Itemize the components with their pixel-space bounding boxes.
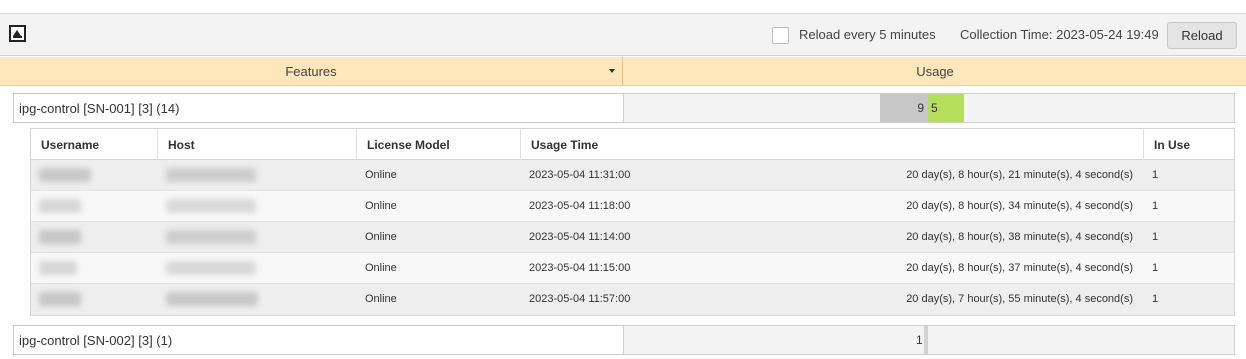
username-cell <box>39 160 149 190</box>
redacted-username <box>39 199 81 213</box>
table-row: Online 2023-05-04 11:57:00 20 day(s), 7 … <box>31 284 1234 315</box>
in-use-cell: 1 <box>1152 200 1159 212</box>
redacted-username <box>39 168 91 182</box>
column-header-host[interactable]: Host <box>158 129 357 160</box>
redacted-host <box>166 230 256 244</box>
feature-name[interactable]: ipg-control [SN-002] [3] (1) <box>13 325 624 355</box>
username-cell <box>39 222 149 252</box>
redacted-host <box>166 199 256 213</box>
column-header-usage-time[interactable]: Usage Time <box>521 129 1144 160</box>
usage-total-value: 9 <box>917 101 924 115</box>
username-cell <box>39 284 149 314</box>
features-header-label: Features <box>285 64 337 79</box>
in-use-cell: 1 <box>1152 262 1159 274</box>
table-row: Online 2023-05-04 11:18:00 20 day(s), 8 … <box>31 191 1234 222</box>
usage-bar: 1 <box>624 325 1235 355</box>
toolbar: Reload every 5 minutes Collection Time: … <box>0 14 1246 56</box>
redacted-host <box>166 261 256 275</box>
feature-row[interactable]: ipg-control [SN-001] [3] (14) 9 5 <box>13 93 1235 123</box>
in-use-cell: 1 <box>1152 231 1159 243</box>
table-header: Username Host License Model Usage Time I… <box>31 129 1234 160</box>
duration-cell: 20 day(s), 8 hour(s), 37 minute(s), 4 se… <box>906 262 1133 274</box>
features-column-header[interactable]: Features <box>0 57 623 86</box>
username-cell <box>39 253 149 283</box>
top-spacer <box>0 0 1246 14</box>
duration-cell: 20 day(s), 8 hour(s), 34 minute(s), 4 se… <box>906 200 1133 212</box>
host-cell <box>166 222 346 252</box>
column-header-username[interactable]: Username <box>31 129 158 160</box>
license-model-cell: Online <box>365 262 397 274</box>
redacted-username <box>39 230 81 244</box>
reload-every-label: Reload every 5 minutes <box>799 27 936 42</box>
usage-bar: 9 5 <box>624 93 1235 123</box>
usage-detail-table: Username Host License Model Usage Time I… <box>30 128 1235 316</box>
in-use-cell: 1 <box>1152 293 1159 305</box>
sort-down-icon[interactable] <box>609 69 615 73</box>
license-model-cell: Online <box>365 231 397 243</box>
usage-bar-total: 9 <box>880 94 928 122</box>
duration-cell: 20 day(s), 7 hour(s), 55 minute(s), 4 se… <box>906 293 1133 305</box>
reload-every-checkbox[interactable] <box>772 27 789 44</box>
reload-button[interactable]: Reload <box>1167 22 1237 49</box>
usage-time-cell: 2023-05-04 11:31:00 <box>529 169 631 181</box>
license-model-cell: Online <box>365 169 397 181</box>
host-cell <box>166 284 346 314</box>
collapse-button[interactable] <box>9 25 26 42</box>
duration-cell: 20 day(s), 8 hour(s), 21 minute(s), 4 se… <box>906 169 1133 181</box>
host-cell <box>166 160 346 190</box>
username-cell <box>39 191 149 221</box>
usage-bar-used: 5 <box>928 94 964 122</box>
table-row: Online 2023-05-04 11:15:00 20 day(s), 8 … <box>31 253 1234 284</box>
column-header-license-model[interactable]: License Model <box>357 129 521 160</box>
host-cell <box>166 253 346 283</box>
redacted-username <box>39 261 77 275</box>
column-header: Features Usage <box>0 57 1246 86</box>
usage-time-cell: 2023-05-04 11:18:00 <box>529 200 631 212</box>
usage-column-header: Usage <box>624 57 1246 86</box>
redacted-host <box>166 292 258 306</box>
usage-time-cell: 2023-05-04 11:14:00 <box>529 231 631 243</box>
usage-time-cell: 2023-05-04 11:15:00 <box>529 262 631 274</box>
duration-cell: 20 day(s), 8 hour(s), 38 minute(s), 4 se… <box>906 231 1133 243</box>
license-model-cell: Online <box>365 200 397 212</box>
feature-name[interactable]: ipg-control [SN-001] [3] (14) <box>13 93 624 123</box>
usage-total-value: 1 <box>916 333 923 347</box>
collection-time: Collection Time: 2023-05-24 19:49 <box>960 27 1159 42</box>
host-cell <box>166 191 346 221</box>
feature-row[interactable]: ipg-control [SN-002] [3] (1) 1 <box>13 325 1235 355</box>
table-row: Online 2023-05-04 11:31:00 20 day(s), 8 … <box>31 160 1234 191</box>
usage-time-cell: 2023-05-04 11:57:00 <box>529 293 631 305</box>
redacted-username <box>39 292 81 306</box>
in-use-cell: 1 <box>1152 169 1159 181</box>
usage-bar-total <box>924 326 928 354</box>
usage-used-value: 5 <box>931 101 938 115</box>
license-model-cell: Online <box>365 293 397 305</box>
redacted-host <box>166 168 256 182</box>
table-row: Online 2023-05-04 11:14:00 20 day(s), 8 … <box>31 222 1234 253</box>
column-header-in-use[interactable]: In Use <box>1144 129 1234 160</box>
usage-header-label: Usage <box>916 64 954 79</box>
